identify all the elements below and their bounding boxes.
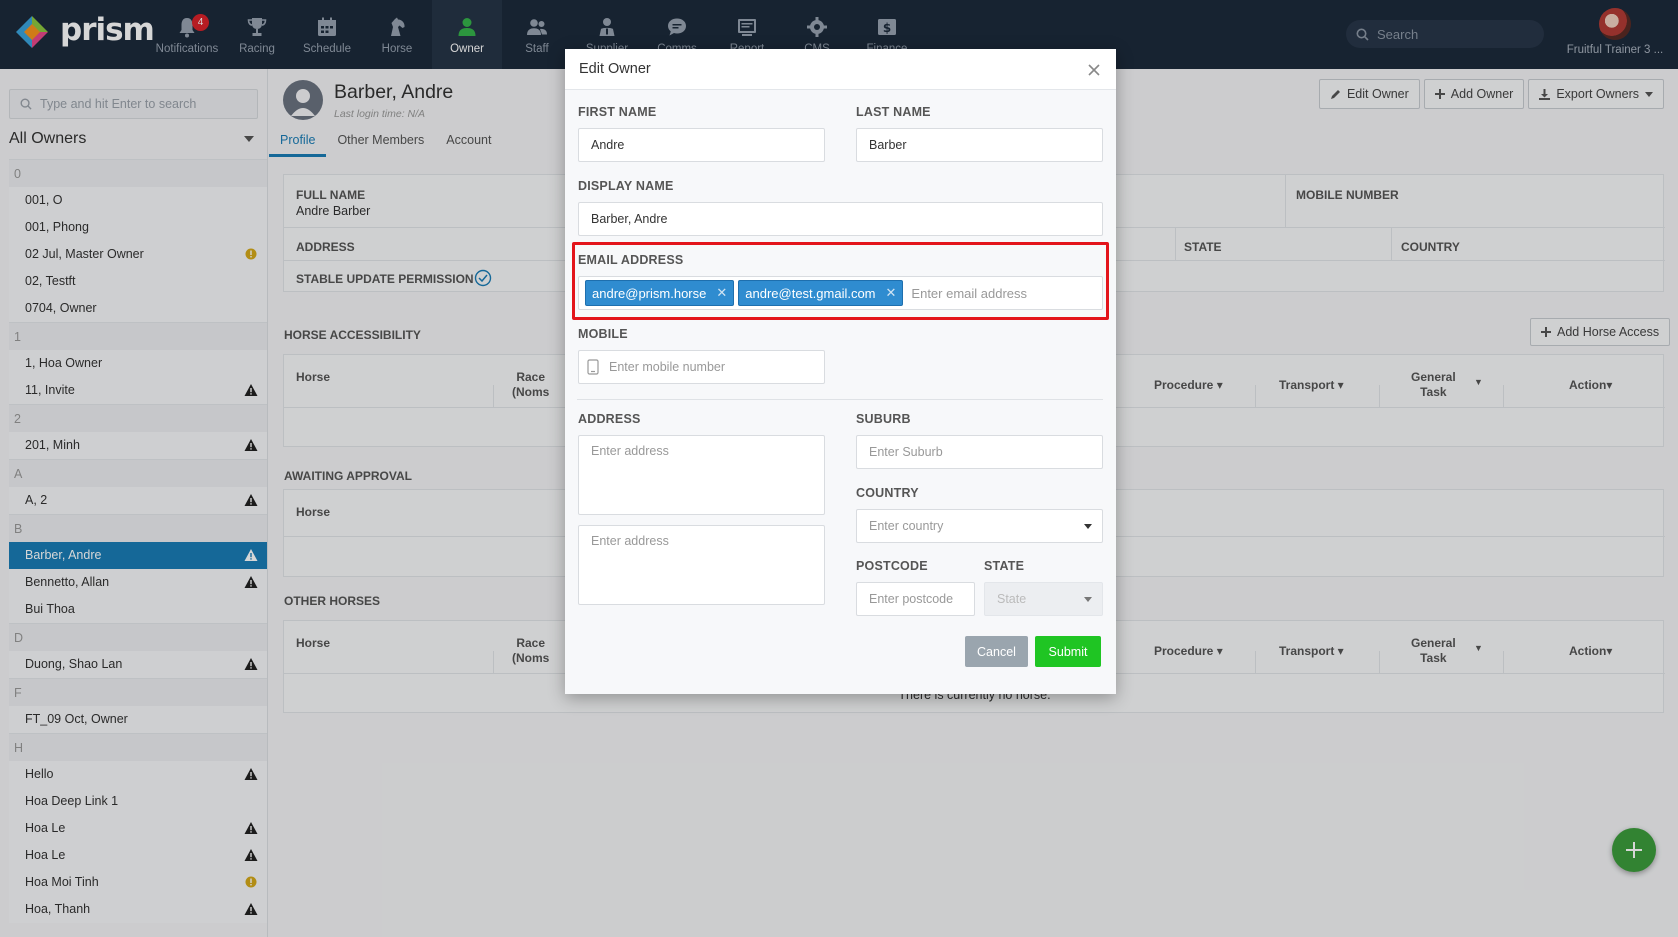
- first-name-label: FIRST NAME: [578, 105, 657, 119]
- display-name-label: DISPLAY NAME: [578, 179, 674, 193]
- remove-tag-icon[interactable]: ✕: [886, 285, 897, 301]
- edit-owner-modal: Edit Owner FIRST NAME Andre LAST NAME Ba…: [565, 49, 1116, 694]
- modal-title: Edit Owner: [579, 61, 651, 77]
- display-name-input[interactable]: Barber, Andre: [578, 202, 1103, 236]
- submit-button[interactable]: Submit: [1035, 636, 1101, 667]
- country-select[interactable]: Enter country: [856, 509, 1103, 543]
- last-name-label: LAST NAME: [856, 105, 931, 119]
- postcode-label: POSTCODE: [856, 559, 928, 573]
- close-icon: [1088, 64, 1100, 76]
- country-placeholder: Enter country: [869, 519, 944, 533]
- state-placeholder: State: [997, 592, 1027, 606]
- first-name-input[interactable]: Andre: [578, 128, 825, 162]
- email-tags-input[interactable]: andre@prism.horse ✕ andre@test.gmail.com…: [578, 276, 1103, 310]
- email-label: EMAIL ADDRESS: [578, 253, 684, 267]
- last-name-input[interactable]: Barber: [856, 128, 1103, 162]
- state-select: State: [984, 582, 1103, 616]
- mobile-label: MOBILE: [578, 327, 628, 341]
- mobile-placeholder: Enter mobile number: [609, 360, 726, 374]
- address-line-2-input[interactable]: Enter address: [578, 525, 825, 605]
- postcode-input[interactable]: Enter postcode: [856, 582, 975, 616]
- phone-icon: [587, 359, 599, 375]
- caret-down-icon: [1084, 524, 1092, 529]
- caret-down-icon: [1084, 597, 1092, 602]
- address-line-1-input[interactable]: Enter address: [578, 435, 825, 515]
- close-button[interactable]: [1082, 57, 1106, 81]
- email-tag: andre@test.gmail.com ✕: [738, 280, 904, 306]
- email-tag-text: andre@prism.horse: [592, 285, 707, 301]
- modal-header: Edit Owner: [565, 49, 1116, 90]
- email-tag-text: andre@test.gmail.com: [745, 285, 876, 301]
- country-label: COUNTRY: [856, 486, 919, 500]
- state-label: STATE: [984, 559, 1025, 573]
- address-label: ADDRESS: [578, 412, 641, 426]
- mobile-input[interactable]: Enter mobile number: [578, 350, 825, 384]
- divider: [577, 399, 1103, 400]
- cancel-button[interactable]: Cancel: [965, 636, 1028, 667]
- email-tag: andre@prism.horse ✕: [585, 280, 735, 306]
- suburb-input[interactable]: Enter Suburb: [856, 435, 1103, 469]
- suburb-label: SUBURB: [856, 412, 911, 426]
- email-input-placeholder: Enter email address: [911, 285, 1028, 301]
- remove-tag-icon[interactable]: ✕: [716, 285, 727, 301]
